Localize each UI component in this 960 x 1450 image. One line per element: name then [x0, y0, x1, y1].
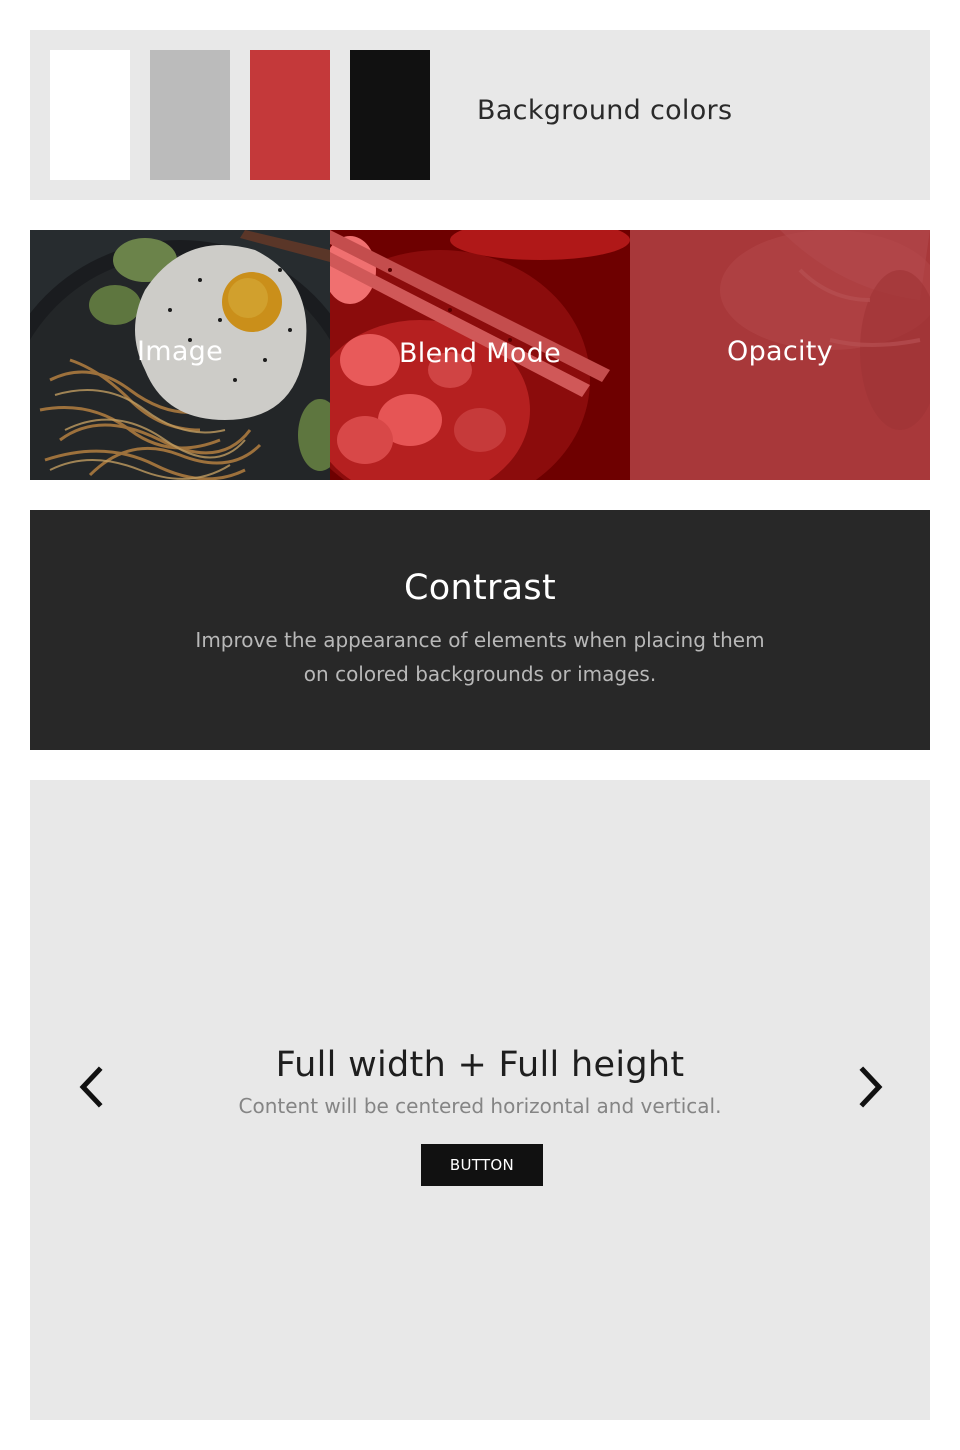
image-treatment-strip: Image Blend Mode Opacity: [30, 230, 930, 480]
slide-button[interactable]: BUTTON: [421, 1144, 543, 1186]
black-swatch: [350, 50, 430, 180]
contrast-description: Improve the appearance of elements when …: [180, 623, 780, 691]
white-swatch: [50, 50, 130, 180]
opacity-tile: Opacity: [630, 230, 930, 480]
background-colors-label: Background colors: [477, 95, 733, 126]
full-height-slider: Full width + Full height Content will be…: [30, 780, 930, 1420]
contrast-text-line-2: on colored backgrounds or images.: [303, 662, 657, 686]
slide-title: Full width + Full height: [275, 1045, 685, 1085]
background-colors-panel: Background colors: [30, 30, 930, 200]
contrast-title: Contrast: [404, 568, 556, 608]
image-label: Image: [136, 336, 224, 367]
blend-mode-tile: Blend Mode: [330, 230, 630, 480]
chevron-right-icon: [859, 1066, 883, 1108]
red-swatch: [250, 50, 330, 180]
slide-subtitle: Content will be centered horizontal and …: [238, 1094, 722, 1118]
opacity-label: Opacity: [727, 336, 833, 367]
image-tile: Image: [30, 230, 330, 480]
gray-swatch: [150, 50, 230, 180]
blend-mode-label: Blend Mode: [398, 338, 562, 369]
next-slide-button[interactable]: [855, 1064, 889, 1110]
contrast-panel: Contrast Improve the appearance of eleme…: [30, 510, 930, 750]
contrast-text-line-1: Improve the appearance of elements when …: [195, 628, 765, 652]
